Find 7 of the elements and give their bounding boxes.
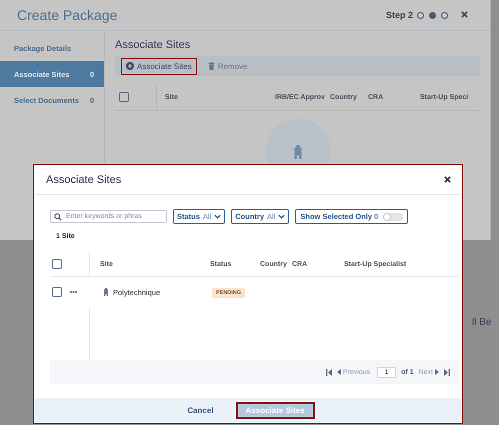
add-button[interactable]: Associate Sites [121,58,197,74]
cancel-button[interactable]: Cancel [181,405,220,416]
modal-title: Associate Sites [46,174,122,186]
step-label: Step 2 [386,10,413,20]
section-title: Associate Sites [115,39,192,51]
dialog-title: Create Package [17,7,118,23]
backdrop-text: ll Be [472,317,492,328]
